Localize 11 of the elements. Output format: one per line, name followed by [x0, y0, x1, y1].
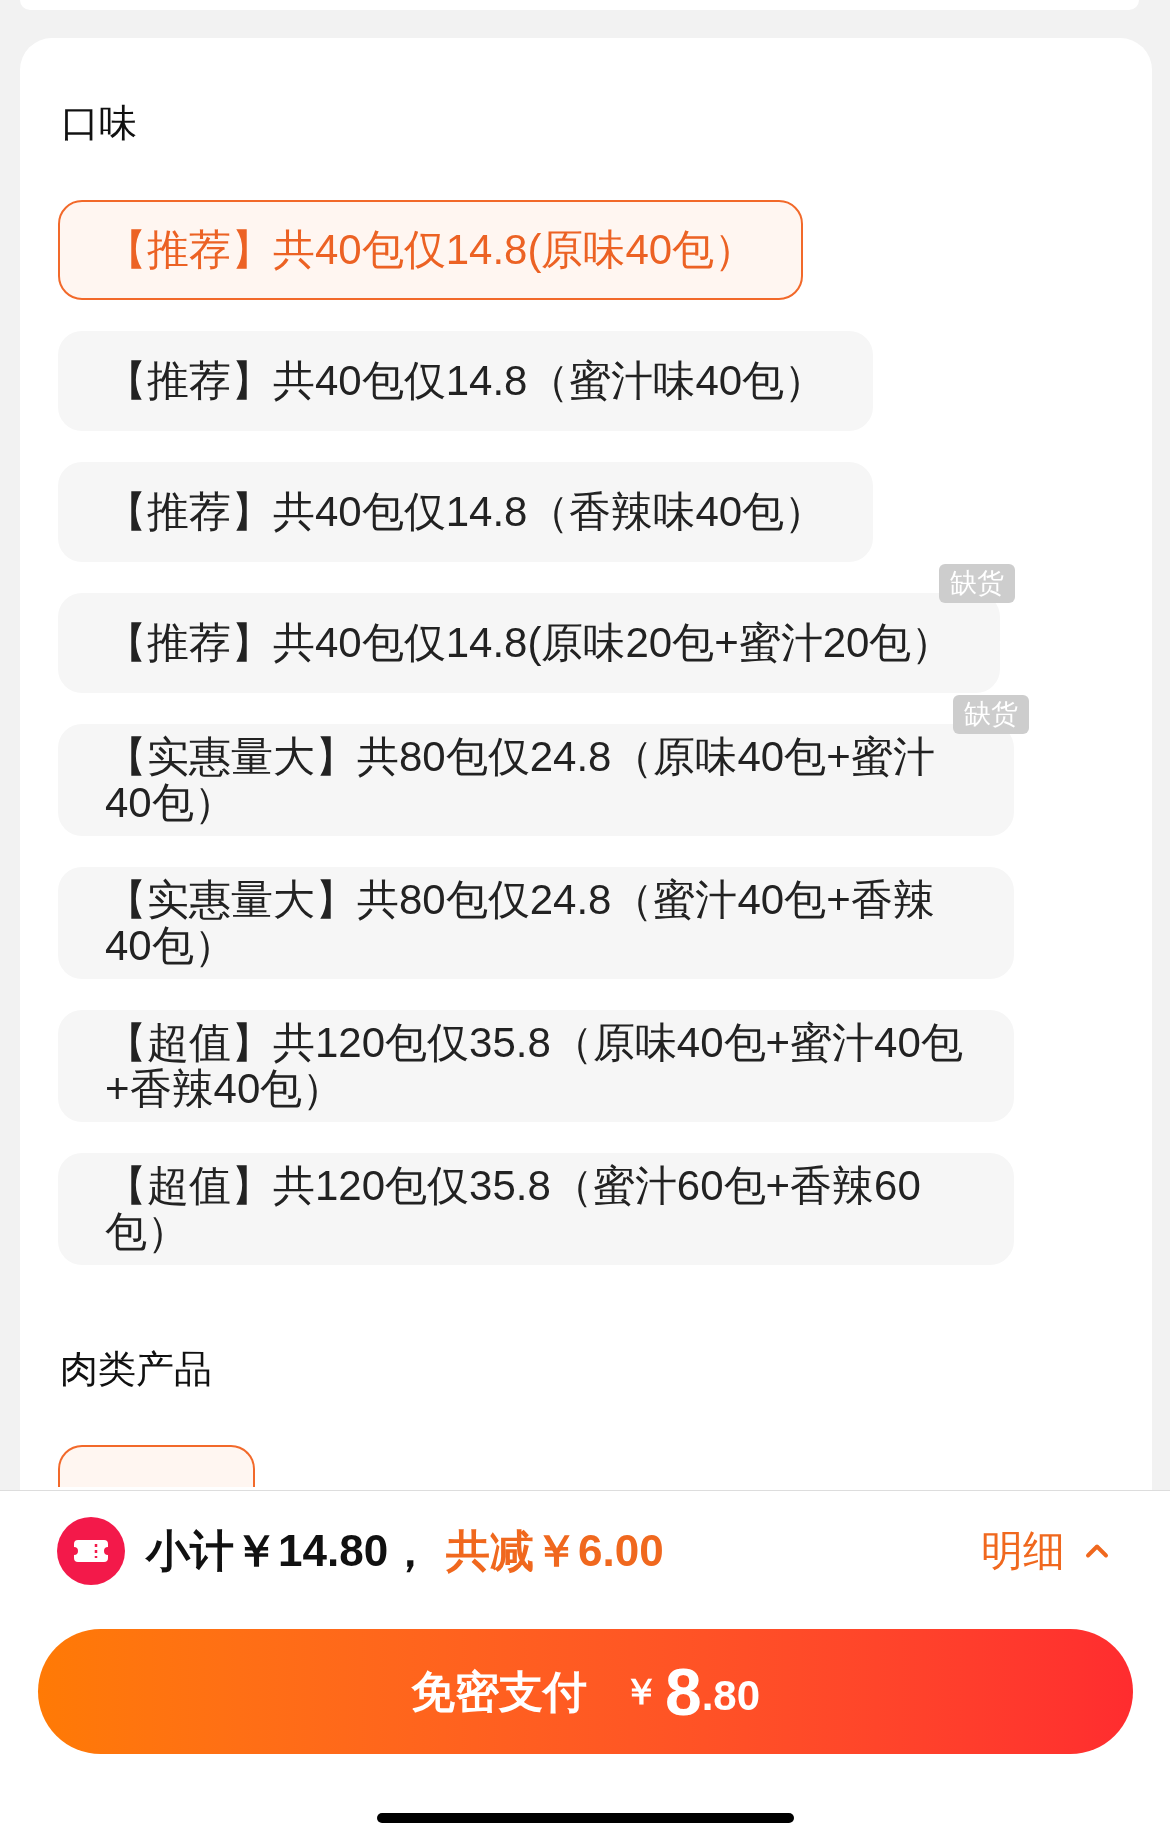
option-chip[interactable]: 【推荐】共40包仅14.8（蜜汁味40包） — [58, 331, 874, 431]
ticket-icon — [57, 1517, 125, 1585]
option-chip[interactable] — [58, 1445, 255, 1487]
discount-text: 共减￥6.00 — [446, 1526, 664, 1576]
option-chip[interactable]: 【推荐】共40包仅14.8（香辣味40包） — [58, 462, 874, 562]
option-chip[interactable]: 【实惠量大】共80包仅24.8（蜜汁40包+香辣40包） — [58, 867, 1014, 979]
option-chip[interactable]: 【超值】共120包仅35.8（蜜汁60包+香辣60包） — [58, 1153, 1014, 1265]
section-title: 肉类产品 — [60, 1347, 212, 1391]
section-title: 口味 — [61, 101, 137, 145]
subtotal-text: 小计￥14.80， — [146, 1526, 433, 1576]
option-chip[interactable]: 【超值】共120包仅35.8（原味40包+蜜汁40包+香辣40包） — [58, 1010, 1014, 1122]
